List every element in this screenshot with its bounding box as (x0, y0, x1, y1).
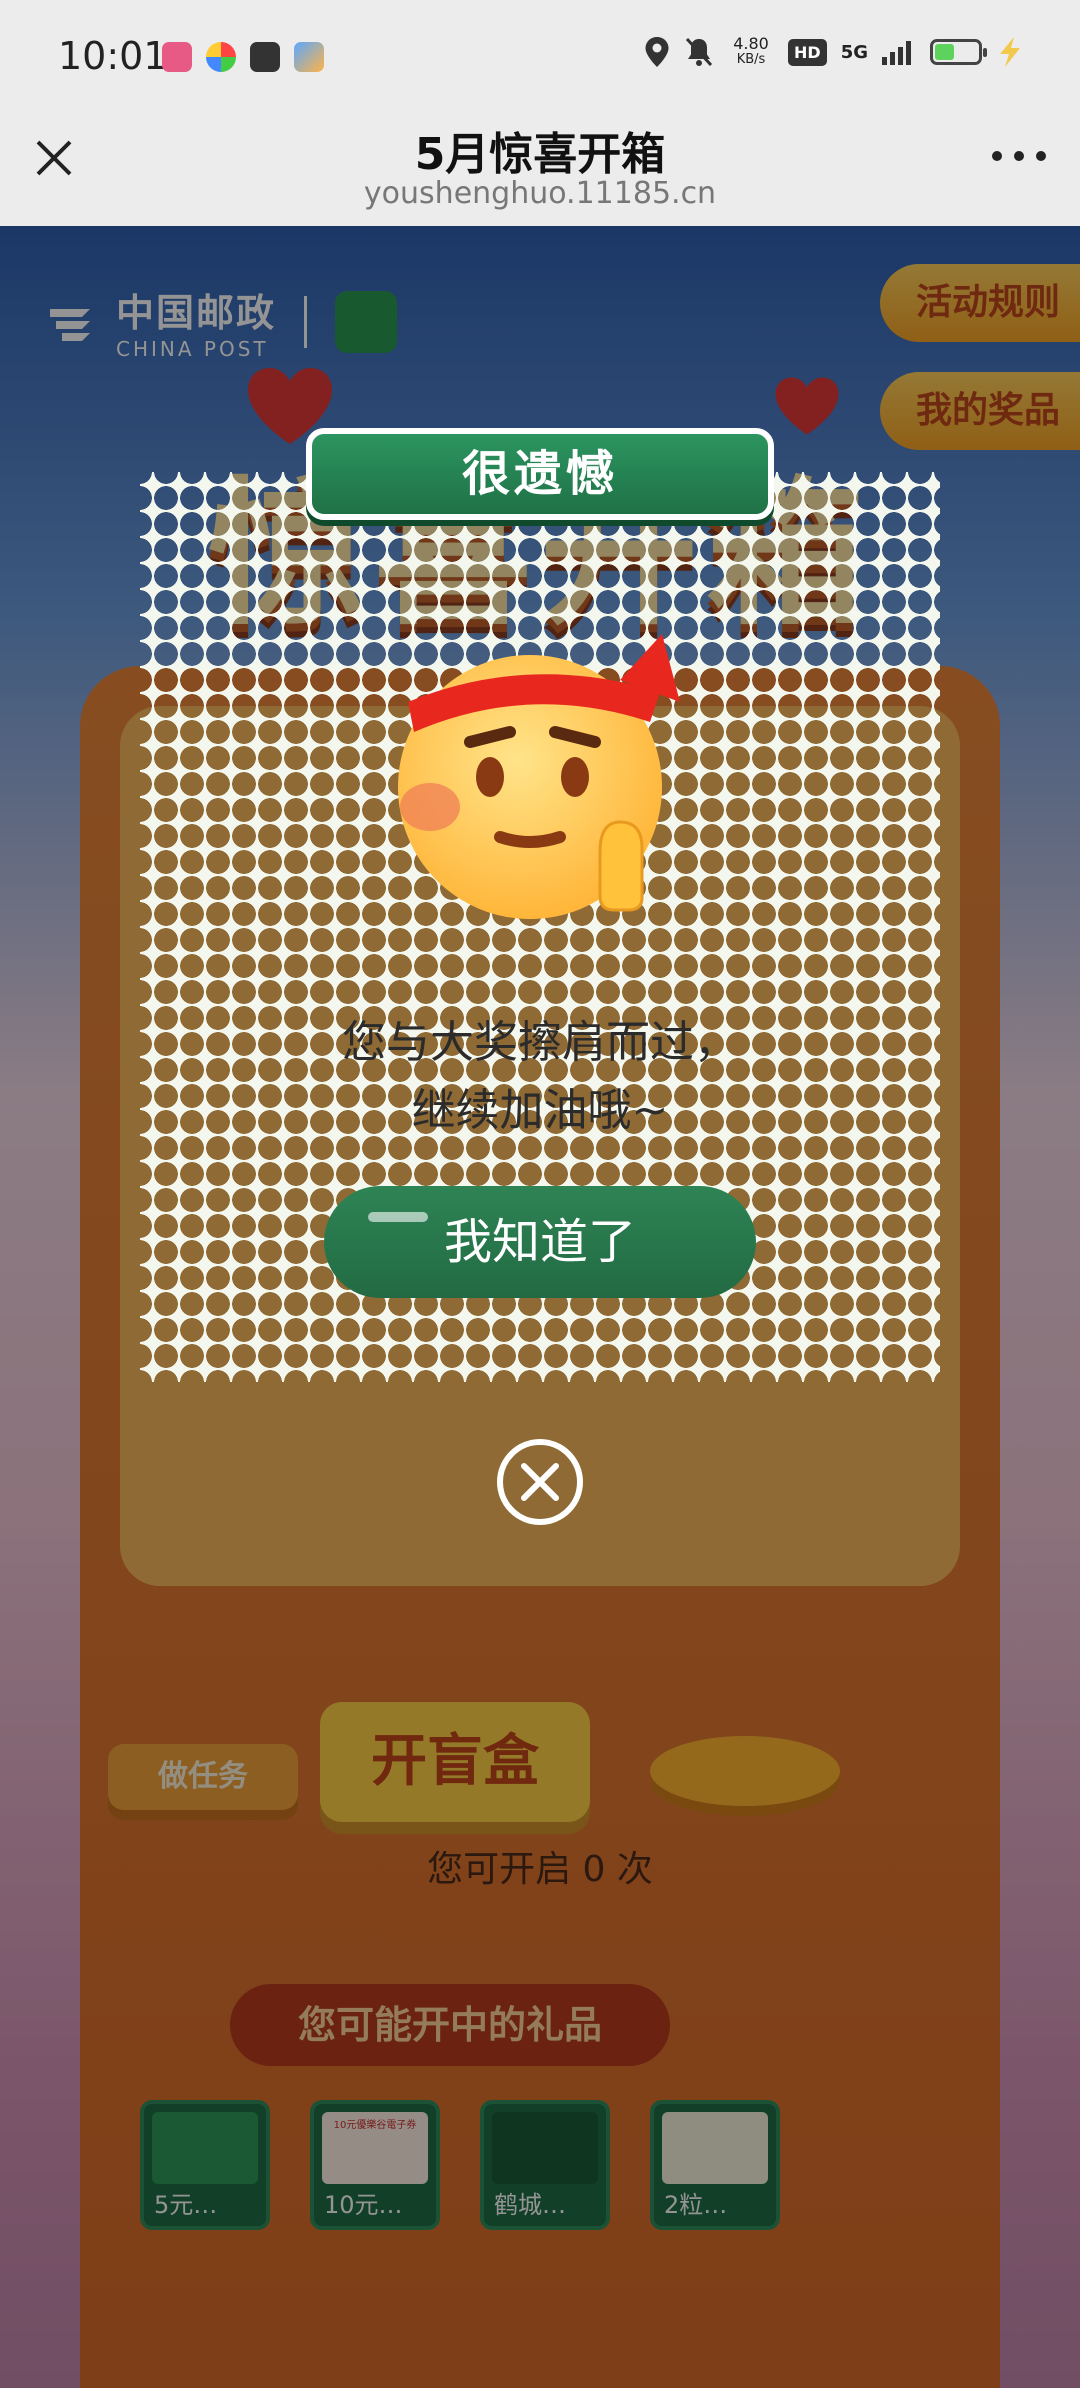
determined-face-emoji-icon (398, 634, 680, 919)
modal-banner: 很遗憾 (306, 428, 774, 520)
close-circle-icon[interactable] (496, 1438, 584, 1526)
speed-unit: KB/s (736, 52, 766, 67)
battery-icon (930, 39, 987, 65)
status-right: 4.80 KB/s HD 5G (644, 36, 1024, 68)
status-bar: 10:01 4.80 KB/s HD 5G (0, 0, 1080, 118)
app-icon-3 (250, 42, 280, 72)
network-speed: 4.80 KB/s (728, 36, 774, 68)
button-shine (368, 1212, 428, 1222)
acknowledge-button[interactable]: 我知道了 (324, 1186, 756, 1298)
page-url: youshenghuo.11185.cn (363, 176, 717, 211)
acknowledge-label: 我知道了 (443, 1214, 636, 1270)
speed-value: 4.80 (733, 34, 769, 53)
page-title: 5月惊喜开箱 (414, 129, 666, 180)
network-type: 5G (840, 41, 868, 63)
more-icon[interactable] (988, 136, 1050, 176)
location-icon (645, 37, 669, 67)
notification-icons (162, 42, 324, 72)
status-time: 10:01 (58, 34, 168, 78)
result-modal: 很遗憾 您与大奖擦肩而过， 继续加油哦~ 我知道了 (140, 428, 940, 1382)
signal-icon (882, 41, 911, 65)
battery-fill (935, 44, 954, 60)
modal-message-line2: 继续加油哦~ (411, 1085, 669, 1136)
browser-title-bar: 5月惊喜开箱 youshenghuo.11185.cn (0, 118, 1080, 226)
charging-icon (1000, 37, 1020, 67)
modal-message-line1: 您与大奖擦肩而过， (342, 1017, 738, 1068)
app-icon-1 (162, 42, 192, 72)
mute-icon (685, 37, 713, 67)
hd-badge: HD (788, 38, 827, 66)
app-icon-2 (206, 42, 236, 72)
app-icon-4 (294, 42, 324, 72)
